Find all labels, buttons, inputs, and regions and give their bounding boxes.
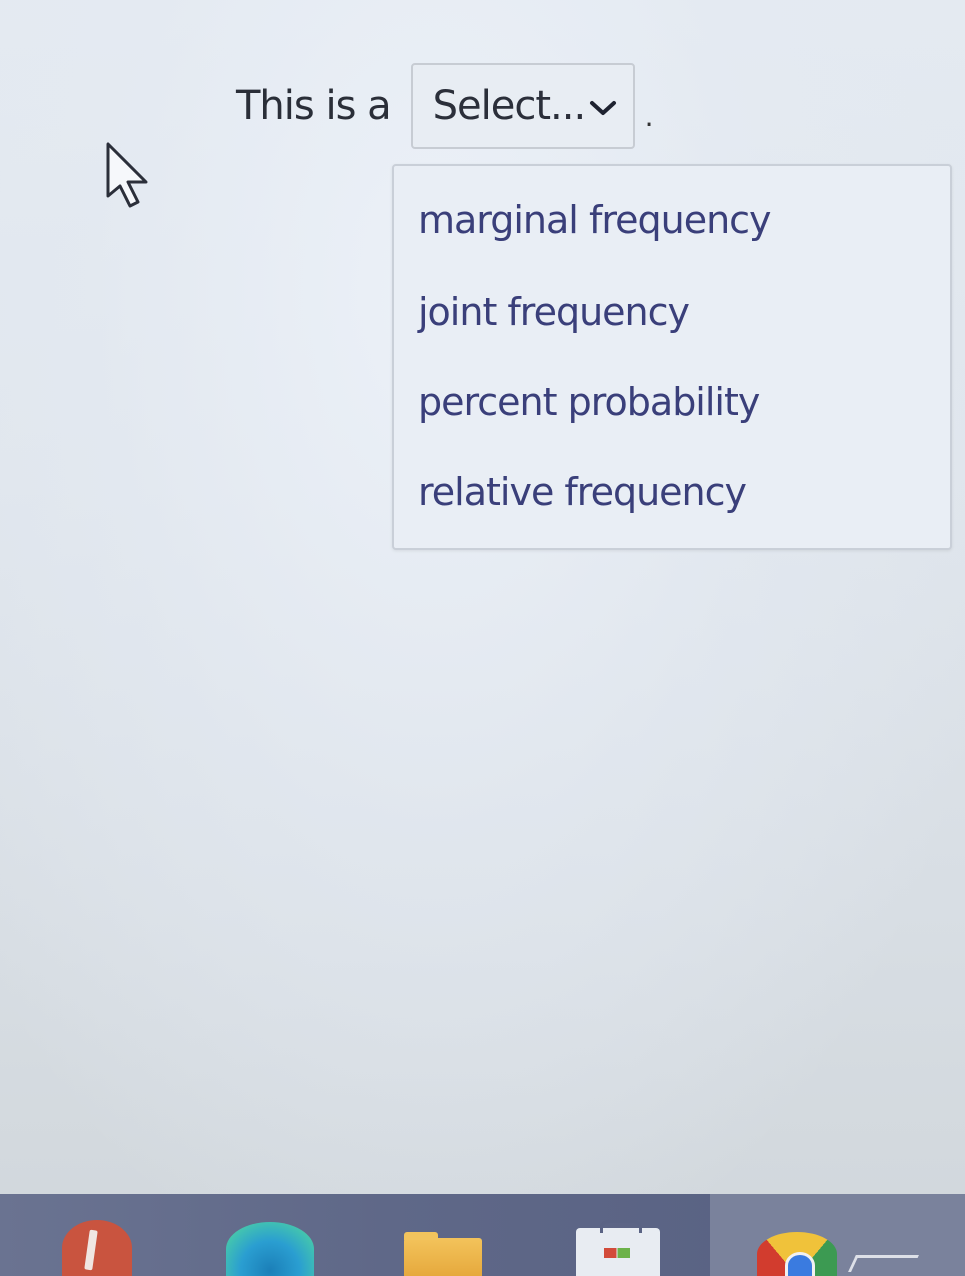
arrow-pointer-icon (106, 142, 148, 208)
chevron-down-icon (589, 101, 616, 115)
app-icon-glyph (84, 1229, 98, 1271)
taskbar (0, 1194, 965, 1276)
question-line: This is a Select... . (236, 62, 654, 150)
chrome-browser-icon[interactable] (757, 1232, 837, 1276)
folder-tab (404, 1232, 438, 1240)
app-icon[interactable] (62, 1220, 132, 1276)
store-bag-handle (600, 1220, 642, 1233)
select-dropdown-list: marginal frequency joint frequency perce… (392, 164, 952, 550)
question-prompt: This is a (236, 83, 392, 129)
quiz-page: This is a Select... . marginal frequency… (0, 0, 965, 1196)
edge-browser-icon[interactable] (226, 1222, 314, 1276)
trailing-period: . (644, 99, 654, 133)
option-marginal-frequency[interactable]: marginal frequency (418, 190, 772, 250)
taskbar-tray-area (710, 1194, 965, 1276)
store-logo (604, 1248, 630, 1258)
file-explorer-icon[interactable] (404, 1232, 482, 1276)
option-relative-frequency[interactable]: relative frequency (418, 462, 747, 522)
chrome-center (785, 1252, 815, 1276)
store-icon[interactable] (576, 1220, 660, 1276)
answer-select[interactable]: Select... (410, 63, 635, 149)
tray-glyph-icon (848, 1255, 919, 1272)
option-percent-probability[interactable]: percent probability (418, 372, 760, 432)
select-value: Select... (432, 83, 587, 129)
option-joint-frequency[interactable]: joint frequency (418, 282, 690, 342)
